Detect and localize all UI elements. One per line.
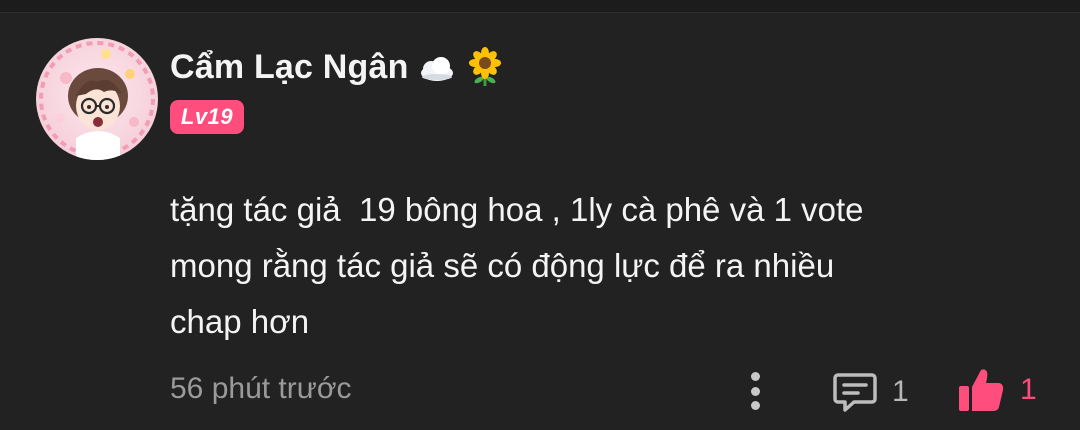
avatar-illustration (39, 41, 155, 160)
comment-bubble-icon (832, 369, 878, 415)
sunflower-emoji (465, 47, 505, 87)
username-row: Cẩm Lạc Ngân (170, 44, 505, 90)
comment-text: tặng tác giả 19 bông hoa , 1ly cà phê và… (170, 191, 864, 340)
reply-count: 1 (892, 375, 909, 408)
like-count: 1 (1020, 373, 1037, 406)
username[interactable]: Cẩm Lạc Ngân (170, 48, 409, 87)
top-divider (0, 0, 1080, 13)
reply-button[interactable]: 1 (832, 368, 909, 416)
thumbs-up-icon (956, 365, 1006, 415)
more-vertical-icon (750, 372, 760, 381)
avatar[interactable] (36, 38, 158, 160)
more-dot (750, 386, 760, 396)
like-button[interactable]: 1 (956, 364, 1037, 416)
level-badge: Lv19 (170, 100, 244, 134)
cloud-emoji (417, 47, 457, 87)
more-options-button[interactable] (740, 368, 770, 414)
comment-timestamp: 56 phút trước (170, 372, 352, 405)
more-dot (750, 401, 760, 410)
